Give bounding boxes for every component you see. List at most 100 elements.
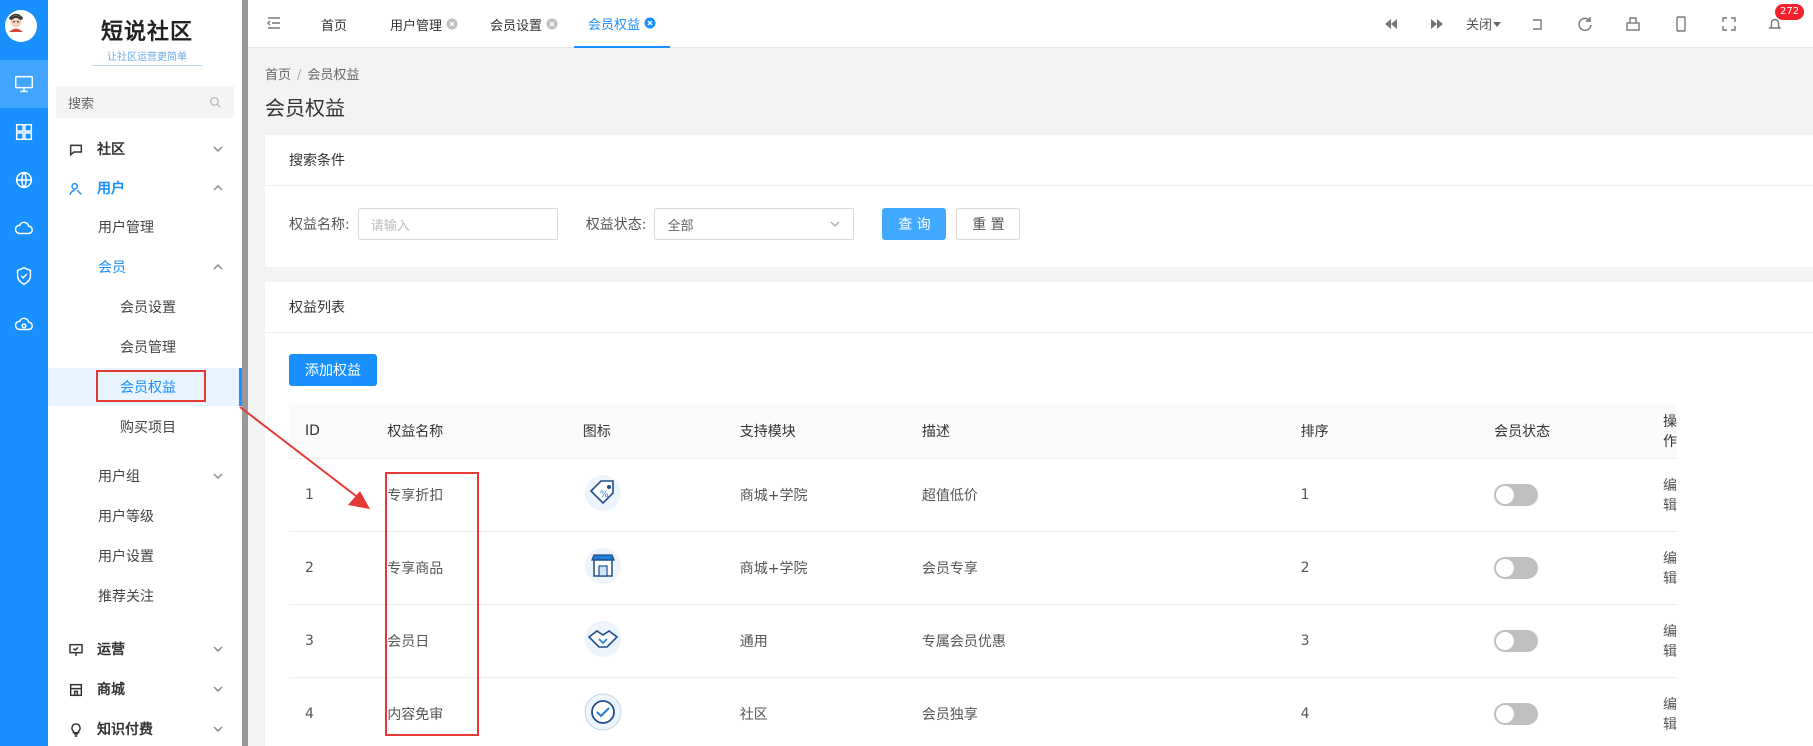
chevron-down-icon — [213, 146, 223, 152]
tab-home[interactable]: 首页 — [321, 0, 347, 48]
edit-link[interactable]: 编辑 — [1663, 677, 1677, 746]
member-status-toggle[interactable] — [1494, 629, 1539, 652]
sidebar-item-user-group[interactable]: 用户组 — [48, 457, 242, 495]
fullscreen-icon[interactable] — [1720, 15, 1738, 33]
row-id: 4 — [289, 677, 388, 746]
sidebar-item-label: 用户 — [97, 181, 125, 197]
apps-grid-icon[interactable] — [0, 108, 48, 156]
row-id: 3 — [289, 604, 388, 678]
table-header-row: ID 权益名称 图标 支持模块 描述 排序 会员状态 操作 — [289, 404, 1677, 459]
table-row: 1 专享折扣 % 商城+学院 超值低价 1 编辑 — [289, 458, 1677, 532]
row-status-cell — [1494, 677, 1663, 746]
globe-icon[interactable] — [0, 156, 48, 204]
edit-link[interactable]: 编辑 — [1663, 531, 1677, 605]
annotation-box-sidebar — [96, 370, 206, 402]
monitor-icon[interactable] — [0, 60, 48, 108]
rights-table: ID 权益名称 图标 支持模块 描述 排序 会员状态 操作 1 专享折扣 % 商… — [289, 404, 1677, 746]
close-icon[interactable] — [644, 17, 656, 29]
rights-status-label: 权益状态: — [585, 217, 647, 233]
table-row: 3 会员日 通用 专属会员优惠 3 编辑 — [289, 604, 1677, 678]
chevron-down-icon — [830, 221, 840, 227]
chevron-up-icon — [213, 264, 223, 270]
row-desc: 超值低价 — [921, 458, 1301, 532]
member-status-toggle[interactable] — [1494, 556, 1539, 579]
query-button[interactable]: 查 询 — [882, 208, 947, 240]
sidebar-item-label: 用户组 — [98, 469, 140, 485]
col-status: 会员状态 — [1494, 404, 1663, 459]
member-status-toggle[interactable] — [1494, 483, 1539, 506]
sidebar-item-user-level[interactable]: 用户等级 — [48, 497, 242, 535]
user-avatar[interactable] — [5, 10, 37, 42]
sidebar-item-purchase-items[interactable]: 购买项目 — [48, 408, 242, 446]
sidebar-item-paid-knowledge[interactable]: 知识付费 — [48, 710, 242, 746]
page-title: 会员权益 — [265, 96, 345, 120]
sidebar-item-label: 购买项目 — [120, 420, 176, 436]
sidebar-item-community[interactable]: 社区 — [48, 130, 242, 168]
refresh-icon[interactable] — [1576, 15, 1594, 33]
breadcrumb-home[interactable]: 首页 — [265, 68, 291, 83]
rights-list-title: 权益列表 — [265, 282, 1813, 333]
handshake-icon — [584, 620, 621, 657]
tab-member-settings[interactable]: 会员设置 — [490, 0, 558, 48]
rights-list-card: 权益列表 添加权益 ID 权益名称 图标 支持模块 描述 排序 会员状态 操作 … — [265, 282, 1813, 746]
member-status-toggle[interactable] — [1494, 702, 1539, 725]
sidebar-item-member-settings[interactable]: 会员设置 — [48, 288, 242, 326]
sidebar-resize-handle[interactable] — [242, 0, 248, 746]
reset-button[interactable]: 重 置 — [956, 208, 1021, 240]
scroll-left-icon[interactable] — [1382, 15, 1400, 33]
tab-member-rights[interactable]: 会员权益 — [574, 0, 671, 48]
sidebar-item-mall[interactable]: 商城 — [48, 670, 242, 708]
row-status-cell — [1494, 531, 1663, 605]
chevron-up-icon — [213, 185, 223, 191]
undo-icon[interactable] — [1528, 15, 1546, 33]
rights-name-input[interactable]: 请输入 — [357, 208, 558, 240]
sidebar-item-recommend-follow[interactable]: 推荐关注 — [48, 577, 242, 615]
close-tabs-label: 关闭 — [1466, 18, 1493, 33]
sidebar-item-label: 运营 — [97, 642, 125, 658]
edit-link[interactable]: 编辑 — [1663, 604, 1677, 678]
menu-fold-icon[interactable] — [266, 15, 282, 31]
sidebar-item-user[interactable]: 用户 — [48, 169, 242, 207]
row-sort: 1 — [1300, 458, 1495, 532]
sidebar-item-member-manage[interactable]: 会员管理 — [48, 328, 242, 366]
sidebar-item-label: 用户设置 — [98, 549, 154, 565]
print-icon[interactable] — [1624, 15, 1642, 33]
sidebar-item-user-settings[interactable]: 用户设置 — [48, 537, 242, 575]
scroll-right-icon[interactable] — [1428, 15, 1446, 33]
notification-count-badge: 272 — [1775, 4, 1805, 20]
close-icon[interactable] — [546, 18, 558, 30]
search-form: 权益名称: 请输入 权益状态: 全部 查 询 重 置 — [289, 208, 1021, 240]
row-status-cell — [1494, 458, 1663, 532]
row-sort: 4 — [1300, 677, 1495, 746]
sidebar-search-input[interactable]: 搜索 — [56, 86, 234, 118]
discount-tag-icon: % — [584, 474, 621, 511]
close-tabs-dropdown[interactable]: 关闭 — [1466, 14, 1502, 33]
sidebar-item-member[interactable]: 会员 — [48, 248, 242, 286]
cloud-icon[interactable] — [0, 204, 48, 252]
lightbulb-icon — [71, 723, 81, 737]
search-icon — [210, 96, 221, 108]
shield-check-icon[interactable] — [0, 252, 48, 300]
row-sort: 3 — [1300, 604, 1495, 678]
rights-name-label: 权益名称: — [289, 217, 350, 233]
tab-label: 会员权益 — [588, 17, 641, 33]
tab-user-manage[interactable]: 用户管理 — [390, 0, 458, 48]
sidebar-item-label: 用户管理 — [98, 220, 154, 236]
cloud-upload-icon[interactable] — [0, 300, 48, 348]
sidebar-item-label: 推荐关注 — [98, 589, 154, 605]
rights-status-select[interactable]: 全部 — [654, 208, 855, 240]
close-icon[interactable] — [446, 18, 458, 30]
row-sort: 2 — [1300, 531, 1495, 605]
sidebar-item-operations[interactable]: 运营 — [48, 630, 242, 668]
sidebar-item-label: 商城 — [97, 682, 125, 698]
chevron-down-icon — [213, 726, 223, 732]
annotation-box-names — [385, 472, 479, 736]
col-module: 支持模块 — [739, 404, 922, 459]
row-icon-cell — [582, 531, 740, 605]
mobile-icon[interactable] — [1672, 15, 1690, 33]
breadcrumb-current: 会员权益 — [307, 68, 360, 83]
presentation-icon — [69, 643, 83, 656]
edit-link[interactable]: 编辑 — [1663, 458, 1677, 532]
add-rights-button[interactable]: 添加权益 — [289, 354, 377, 386]
sidebar-item-user-manage[interactable]: 用户管理 — [48, 208, 242, 246]
